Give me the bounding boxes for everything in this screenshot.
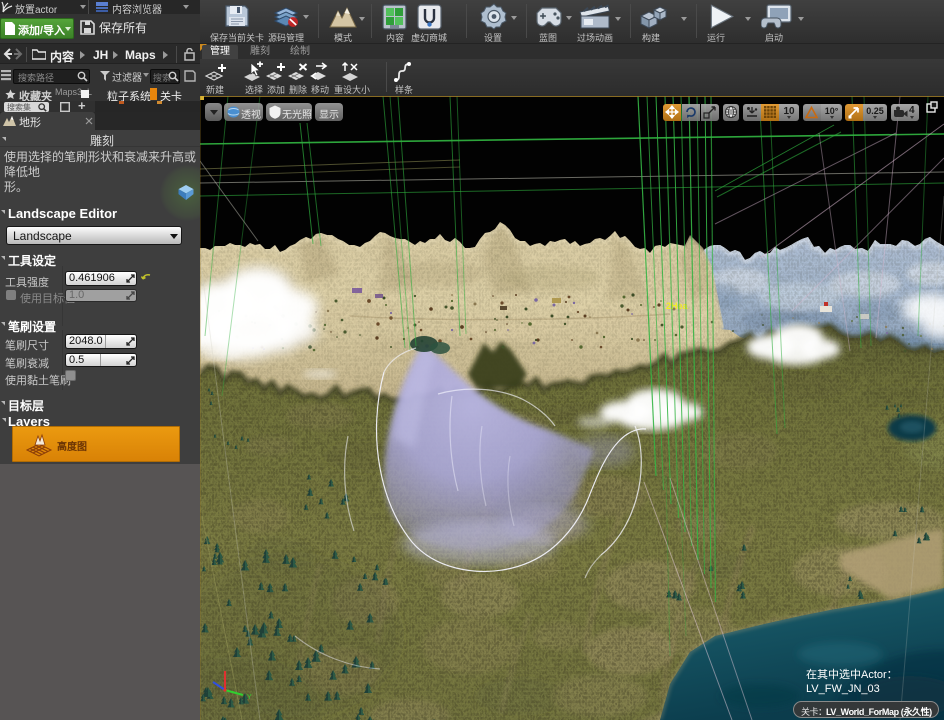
svg-text:2Hea: 2Hea	[666, 301, 689, 311]
svg-text:Y: Y	[247, 694, 252, 701]
